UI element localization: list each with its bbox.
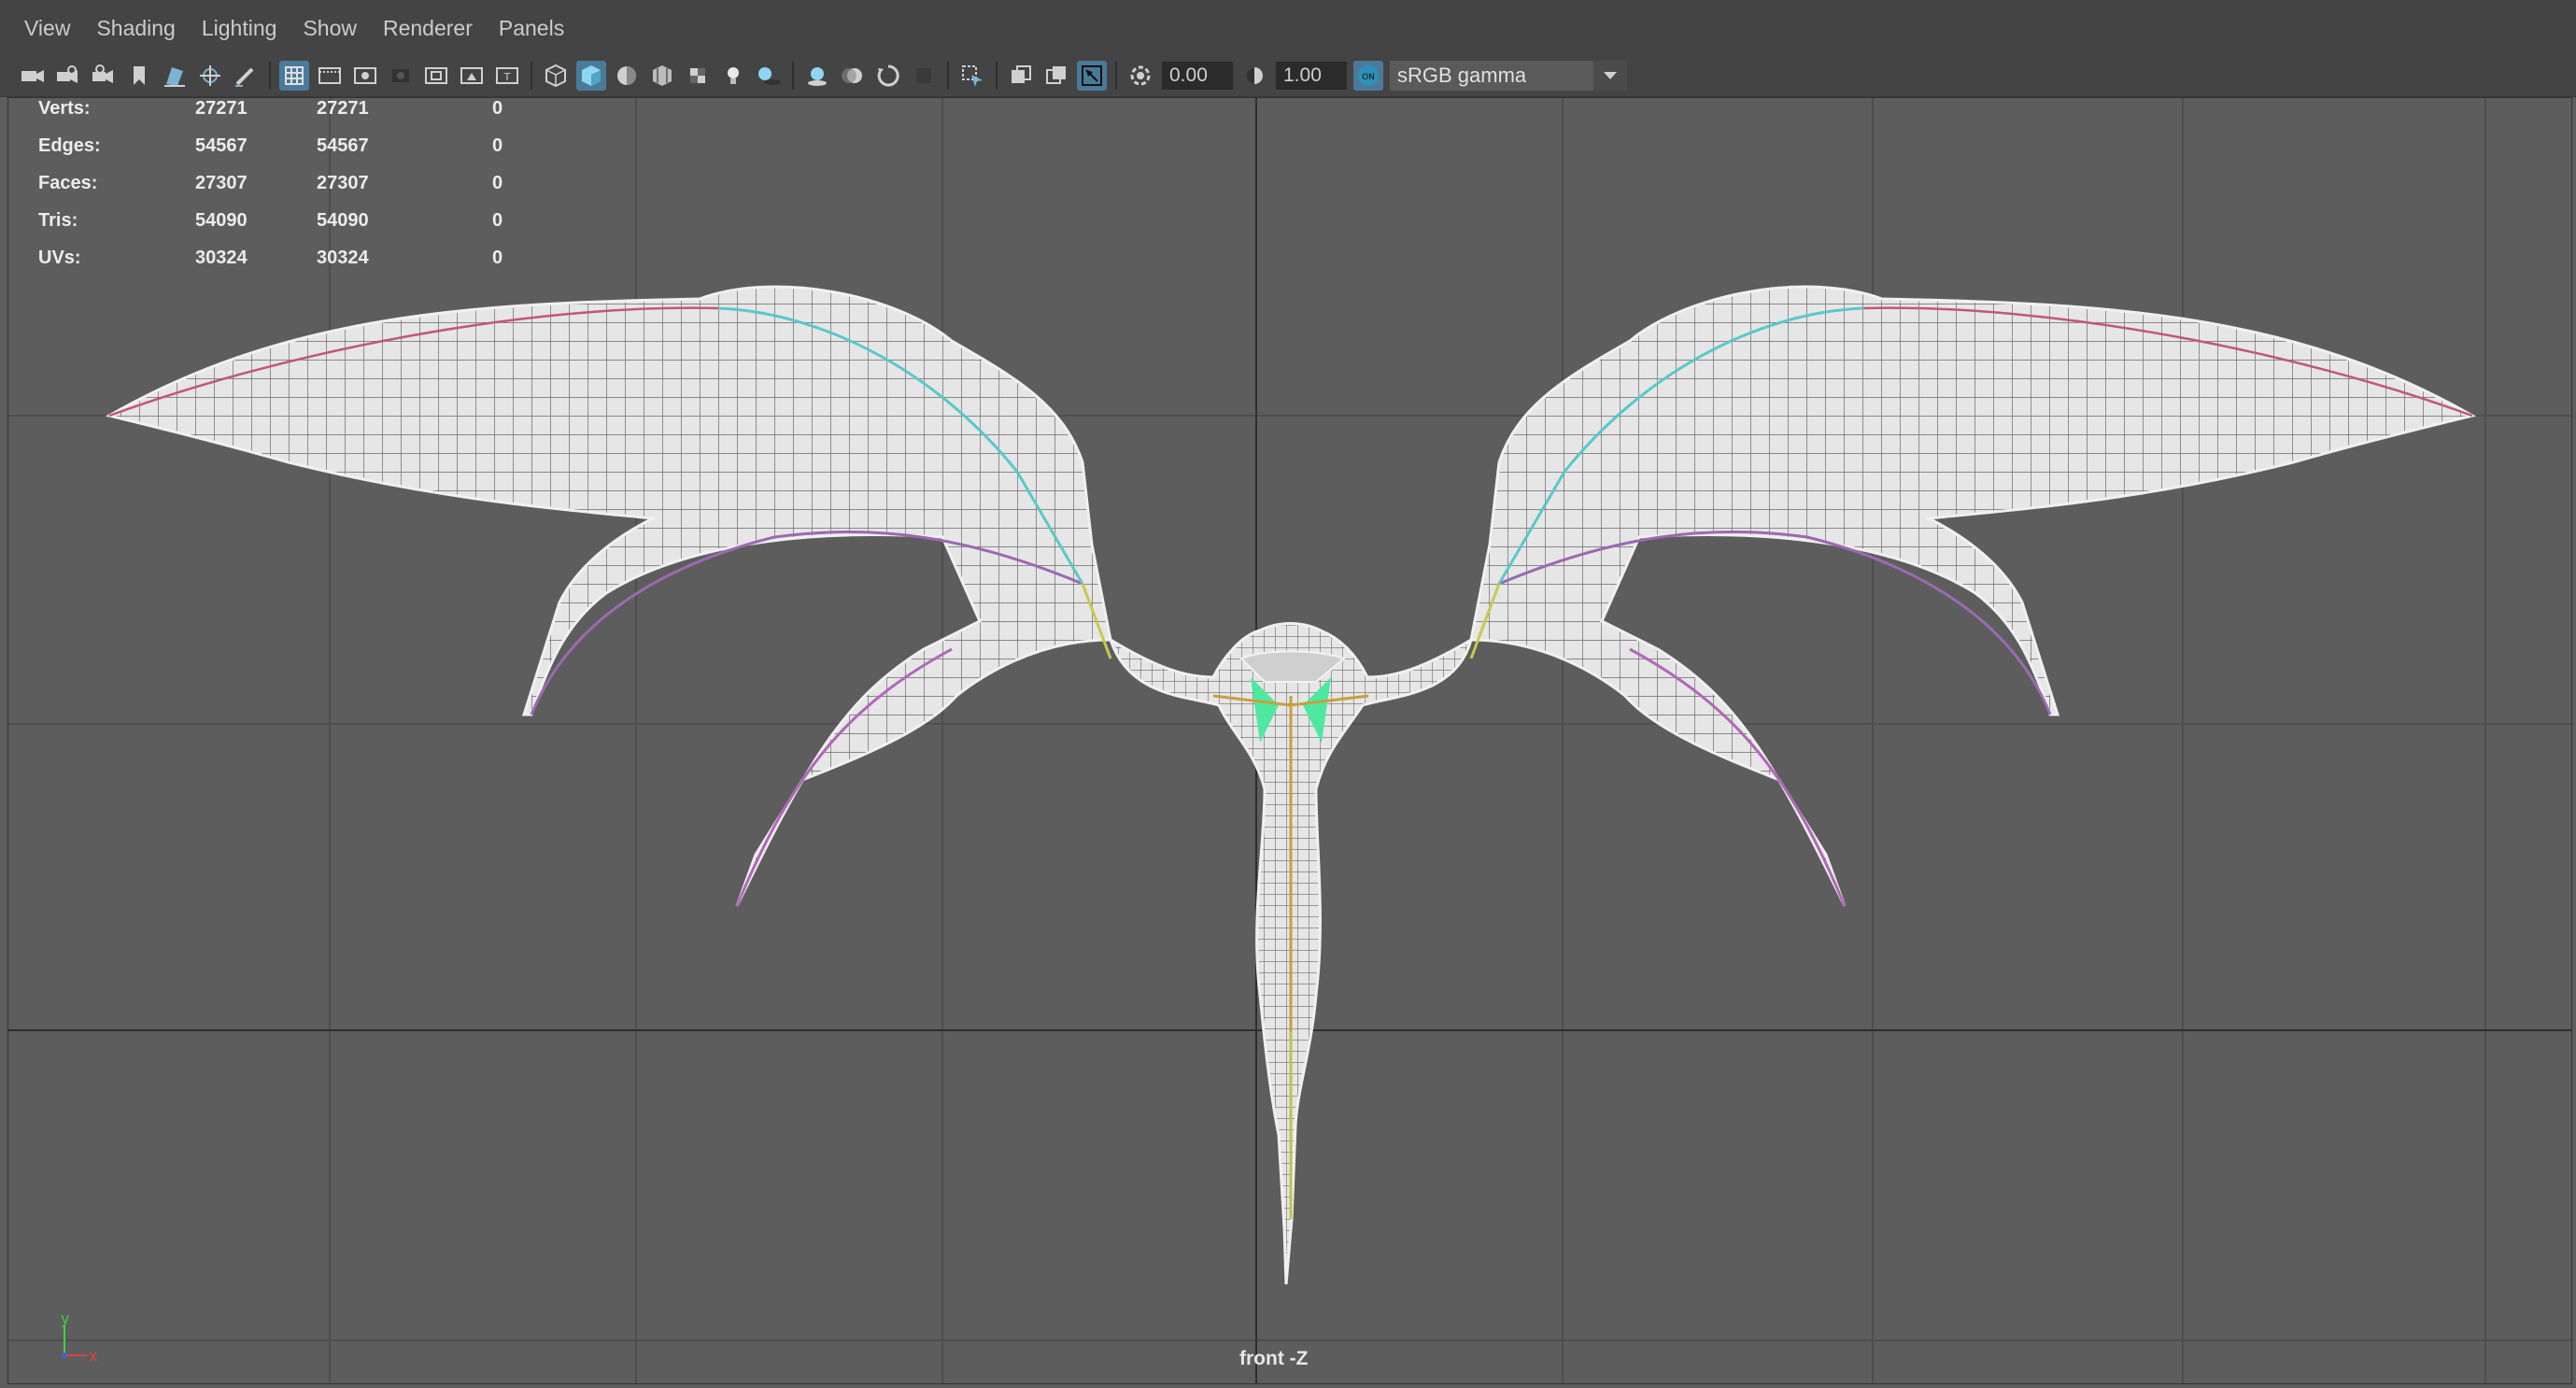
hud-row-faces: Faces: 27307 27307 0: [38, 173, 524, 210]
depth-of-field-icon[interactable]: [909, 61, 939, 91]
pan-zoom-icon[interactable]: [195, 61, 225, 91]
panel-toolbar: T 0.00 1.00 ON sRGB gamma: [0, 54, 2576, 97]
poly-count-hud: Verts: 27271 27271 0 Edges: 54567 54567 …: [38, 98, 524, 285]
hud-row-edges: Edges: 54567 54567 0: [38, 135, 524, 173]
svg-text:T: T: [503, 71, 511, 83]
dragon-wireframe-mesh: [105, 285, 2477, 1285]
hud-total: 27271: [195, 98, 248, 119]
hud-total: 30324: [195, 248, 248, 268]
menu-panels[interactable]: Panels: [499, 16, 564, 41]
safe-action-icon[interactable]: [457, 61, 487, 91]
gate-mask-icon[interactable]: [386, 61, 416, 91]
hud-selected: 54567: [317, 135, 369, 156]
exposure-icon[interactable]: [1125, 61, 1155, 91]
hud-total: 54567: [195, 135, 248, 156]
grid-icon[interactable]: [279, 60, 309, 91]
menu-shading[interactable]: Shading: [96, 16, 175, 41]
screen-space-ao-icon[interactable]: [802, 61, 832, 91]
hud-label: Verts:: [38, 98, 91, 119]
hud-total: 54090: [195, 210, 248, 231]
camera-attributes-icon[interactable]: [53, 61, 83, 91]
axis-gizmo: y x: [61, 1312, 97, 1365]
camera-name-label: front -Z: [1239, 1348, 1309, 1369]
maya-viewport-panel: View Shading Lighting Show Renderer Pane…: [0, 0, 2576, 1388]
toolbar-separator: [792, 61, 794, 90]
shadows-icon[interactable]: [754, 61, 784, 91]
xray-active-icon[interactable]: [1041, 61, 1071, 91]
color-management-icon[interactable]: ON: [1353, 60, 1383, 91]
motion-blur-icon[interactable]: [838, 61, 868, 91]
hud-extra: 0: [492, 210, 503, 231]
viewport-scene: [8, 98, 2571, 1383]
hud-label: Tris:: [38, 210, 78, 231]
xray-joints-icon[interactable]: [1077, 60, 1107, 91]
hud-extra: 0: [492, 248, 503, 268]
field-chart-icon[interactable]: [421, 61, 451, 91]
axis-x-label: x: [89, 1347, 97, 1365]
hud-label: UVs:: [38, 248, 81, 268]
color-space-value: sRGB gamma: [1397, 63, 1527, 87]
camera-lock-icon[interactable]: [89, 61, 119, 91]
dragon-body-mesh: [1108, 622, 1474, 1285]
toolbar-separator: [269, 61, 271, 90]
grease-pencil-icon[interactable]: [231, 61, 261, 91]
hud-extra: 0: [492, 135, 503, 156]
film-gate-icon[interactable]: [315, 61, 345, 91]
checker-icon[interactable]: [683, 61, 713, 91]
color-space-select[interactable]: sRGB gamma: [1390, 60, 1627, 91]
toolbar-separator: [947, 61, 949, 90]
right-wing-mesh: [1469, 285, 2477, 907]
camera-icon[interactable]: [18, 61, 48, 91]
hud-label: Edges:: [38, 135, 101, 156]
anti-alias-icon[interactable]: [873, 61, 903, 91]
gamma-icon[interactable]: [1239, 61, 1269, 91]
hud-selected: 30324: [317, 248, 369, 268]
svg-text:ON: ON: [1362, 73, 1375, 82]
toolbar-separator: [531, 61, 532, 90]
hud-selected: 27307: [317, 173, 369, 193]
panel-menu-bar: View Shading Lighting Show Renderer Pane…: [0, 0, 2576, 56]
safe-title-icon[interactable]: T: [492, 61, 522, 91]
isolate-select-icon[interactable]: [957, 61, 987, 91]
toolbar-separator: [996, 61, 998, 90]
hud-row-tris: Tris: 54090 54090 0: [38, 210, 524, 248]
textured-icon[interactable]: [647, 61, 677, 91]
hud-row-uvs: UVs: 30324 30324 0: [38, 248, 524, 285]
3d-viewport[interactable]: Verts: 27271 27271 0 Edges: 54567 54567 …: [7, 97, 2572, 1384]
hud-selected: 54090: [317, 210, 369, 231]
axis-z-dot: [62, 1353, 67, 1358]
resolution-gate-icon[interactable]: [350, 61, 380, 91]
wireframe-icon[interactable]: [541, 61, 571, 91]
axis-y-label: y: [61, 1312, 69, 1327]
hud-row-verts: Verts: 27271 27271 0: [38, 98, 524, 135]
smooth-shade-icon[interactable]: [576, 60, 606, 91]
xray-icon[interactable]: [1006, 61, 1036, 91]
hud-extra: 0: [492, 173, 503, 193]
image-plane-icon[interactable]: [160, 61, 190, 91]
hud-label: Faces:: [38, 173, 98, 193]
gamma-field[interactable]: 1.00: [1276, 61, 1347, 90]
bookmark-icon[interactable]: [124, 61, 154, 91]
lights-icon[interactable]: [718, 61, 748, 91]
hud-selected: 27271: [317, 98, 369, 119]
left-wing-mesh: [105, 285, 1112, 907]
menu-show[interactable]: Show: [303, 16, 357, 41]
hud-extra: 0: [492, 98, 503, 119]
menu-lighting[interactable]: Lighting: [202, 16, 277, 41]
exposure-field[interactable]: 0.00: [1162, 61, 1233, 90]
hud-total: 27307: [195, 173, 248, 193]
chevron-down-icon[interactable]: [1593, 60, 1627, 91]
toolbar-separator: [1115, 61, 1117, 90]
default-material-icon[interactable]: [612, 61, 642, 91]
menu-view[interactable]: View: [24, 16, 70, 41]
menu-renderer[interactable]: Renderer: [383, 16, 473, 41]
